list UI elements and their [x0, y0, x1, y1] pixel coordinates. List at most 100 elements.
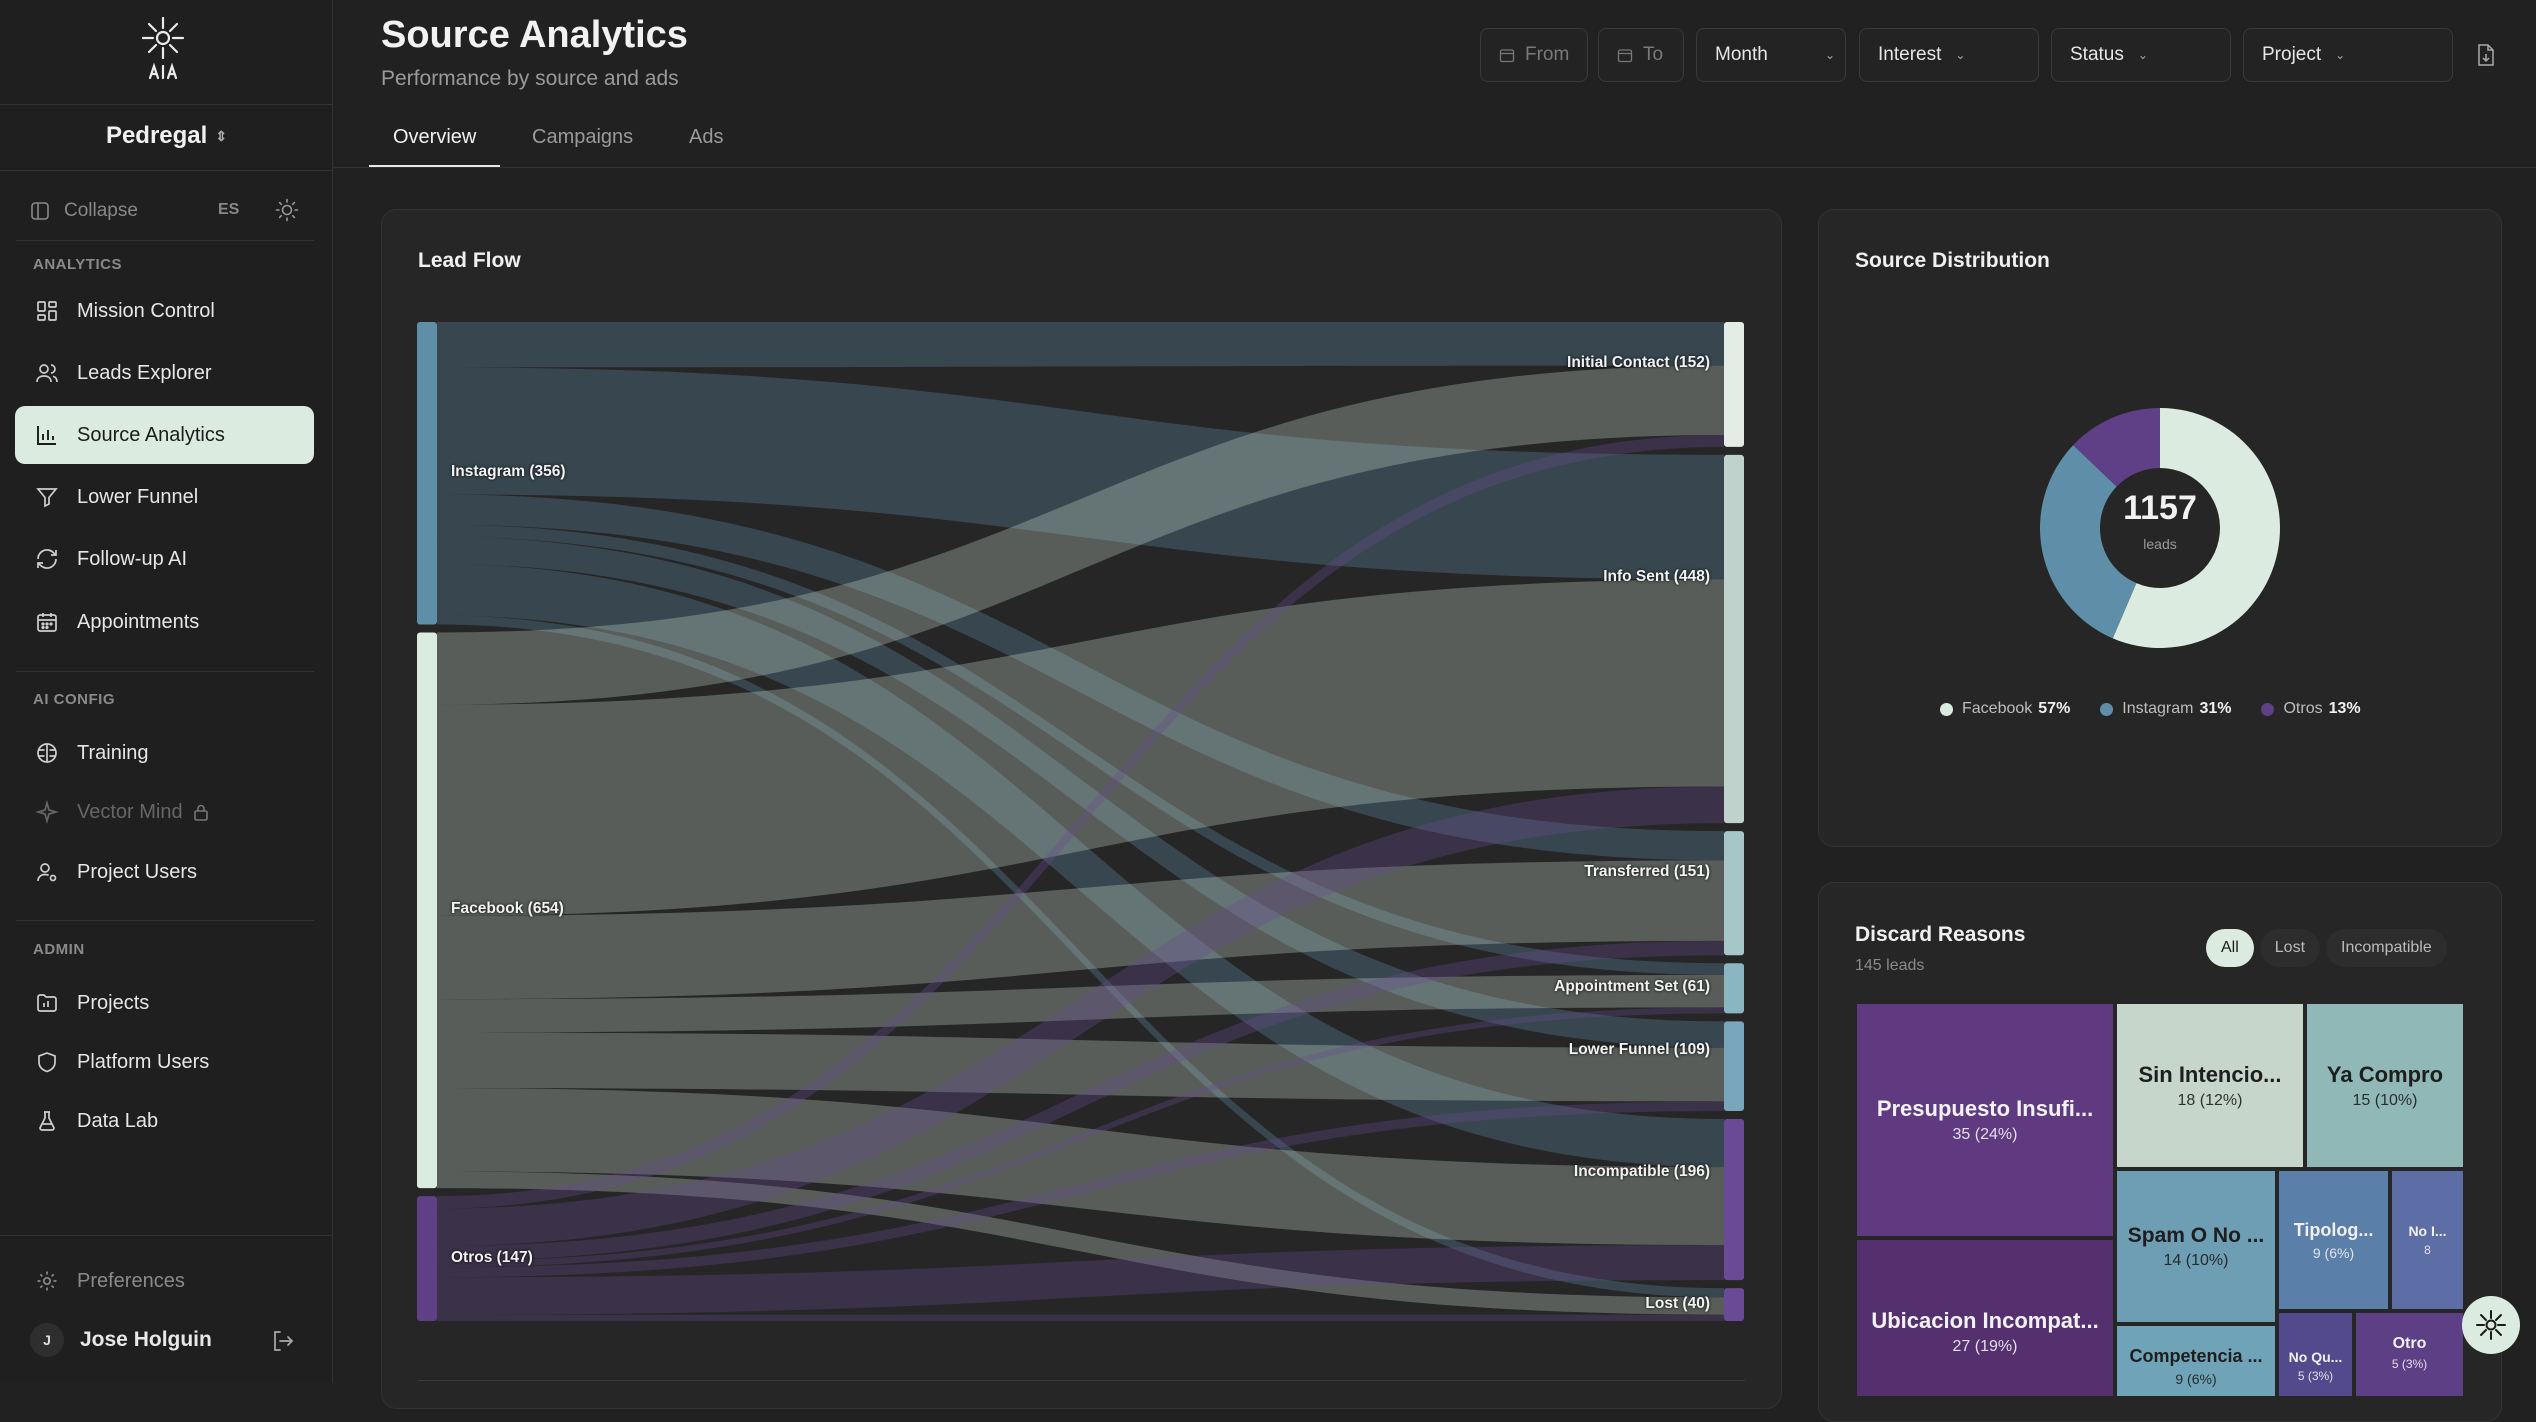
legend-name: Instagram — [2122, 700, 2194, 717]
nav-item-platform-users[interactable]: Platform Users — [15, 1033, 314, 1091]
treemap-cell-name: Tipolog... — [2293, 1219, 2374, 1240]
sun-icon[interactable] — [275, 198, 299, 222]
sankey-target-label: Info Sent (448) — [1603, 567, 1710, 585]
nav-item-data-lab[interactable]: Data Lab — [15, 1092, 314, 1150]
legend-item-facebook: Facebook 57% — [1940, 700, 2070, 718]
nav-label: Source Analytics — [77, 423, 225, 446]
nav-label: Vector Mind — [77, 800, 183, 823]
sankey-target-node[interactable] — [1724, 1021, 1744, 1112]
sankey-target-node[interactable] — [1724, 454, 1744, 824]
sankey-source-node[interactable] — [417, 1196, 437, 1321]
tab-overview[interactable]: Overview — [369, 112, 501, 168]
page-subtitle: Performance by source and ads — [381, 67, 679, 90]
nav-item-leads-explorer[interactable]: Leads Explorer — [15, 344, 314, 402]
treemap-cell[interactable]: Tipolog... 9 (6%) — [2277, 1169, 2390, 1311]
nav-item-project-users[interactable]: Project Users — [15, 843, 314, 901]
sankey-flow-instagram[interactable] — [437, 322, 1724, 368]
sidebar-collapse-icon — [31, 202, 49, 220]
sankey-source-node[interactable] — [417, 322, 437, 625]
section-label-analytics: ANALYTICS — [33, 256, 122, 273]
treemap-cell-value: 5 (3%) — [2297, 1369, 2334, 1383]
tabs-divider — [333, 167, 2536, 168]
treemap-cell[interactable]: Competencia ... 9 (6%) — [2115, 1324, 2277, 1398]
nav-item-appointments[interactable]: Appointments — [15, 593, 314, 651]
treemap-cell[interactable]: Spam O No ... 14 (10%) — [2115, 1169, 2277, 1324]
nav-item-training[interactable]: Training — [15, 724, 314, 782]
brain-icon — [33, 739, 61, 767]
user-profile[interactable]: J Jose Holguin — [30, 1320, 300, 1360]
treemap-cell-value: 8 — [2424, 1243, 2431, 1257]
treemap-cell[interactable]: No Qu... 5 (3%) — [2277, 1311, 2354, 1398]
nav-item-follow-up-ai[interactable]: Follow-up AI — [15, 530, 314, 588]
preferences-button[interactable]: Preferences — [15, 1252, 314, 1310]
export-file-icon[interactable] — [2475, 42, 2497, 68]
filter-all-button[interactable]: All — [2206, 929, 2254, 967]
assistant-fab-button[interactable] — [2462, 1296, 2520, 1354]
tab-ads[interactable]: Ads — [665, 112, 747, 168]
sankey-source-label: Instagram (356) — [451, 463, 566, 481]
sankey-target-node[interactable] — [1724, 831, 1744, 956]
treemap-cell[interactable]: Ubicacion Incompat... 27 (19%) — [1855, 1238, 2115, 1398]
status-select[interactable]: Status ⌄ — [2051, 28, 2231, 82]
treemap-cell[interactable]: Presupuesto Insufi... 35 (24%) — [1855, 1002, 2115, 1238]
filter-incompatible-button[interactable]: Incompatible — [2326, 929, 2447, 967]
sankey-target-node[interactable] — [1724, 963, 1744, 1014]
filter-lost-button[interactable]: Lost — [2259, 929, 2321, 967]
nav-label: Projects — [77, 991, 150, 1014]
preferences-label: Preferences — [77, 1269, 185, 1292]
nav-item-projects[interactable]: Projects — [15, 974, 314, 1032]
chevron-down-icon: ⌄ — [1955, 48, 1966, 62]
legend-pct: 31% — [2199, 700, 2232, 717]
tab-campaigns[interactable]: Campaigns — [508, 112, 657, 168]
nav-label: Training — [77, 741, 149, 764]
sankey-target-node[interactable] — [1724, 322, 1744, 447]
from-label: From — [1525, 44, 1570, 65]
nav-label: Mission Control — [77, 299, 215, 322]
nav-label: Lower Funnel — [77, 485, 199, 508]
project-selector[interactable]: Pedregal ⇕ — [0, 122, 333, 150]
logout-icon[interactable] — [270, 1328, 296, 1354]
donut-total-label: leads — [2143, 536, 2177, 552]
sidebar: Pedregal ⇕ Collapse ES ANALYTICS Mission … — [0, 0, 333, 1383]
legend-name: Otros — [2283, 700, 2323, 717]
treemap-cell[interactable]: Sin Intencio... 18 (12%) — [2115, 1002, 2305, 1169]
nav-item-lower-funnel[interactable]: Lower Funnel — [15, 468, 314, 526]
treemap-cell-name: Competencia ... — [2129, 1346, 2263, 1366]
treemap-cell[interactable]: Ya Compro 15 (10%) — [2305, 1002, 2465, 1169]
status-label: Status — [2070, 44, 2124, 65]
interest-select[interactable]: Interest ⌄ — [1859, 28, 2039, 82]
avatar: J — [30, 1323, 64, 1357]
section-label-ai-config: AI CONFIG — [33, 691, 115, 708]
chevron-down-icon: ⌄ — [2335, 48, 2346, 62]
collapse-button[interactable]: Collapse — [30, 196, 300, 226]
divider — [16, 920, 314, 921]
treemap-cell-name: Presupuesto Insufi... — [1876, 1096, 2094, 1121]
divider — [0, 104, 333, 105]
legend-pct: 13% — [2328, 700, 2361, 717]
treemap-cell-value: 15 (10%) — [2352, 1091, 2418, 1109]
section-label-admin: ADMIN — [33, 941, 85, 958]
treemap-cell[interactable]: Otro 5 (3%) — [2354, 1311, 2465, 1398]
treemap-cell-value: 14 (10%) — [2163, 1251, 2229, 1269]
sankey-flow-otros[interactable] — [437, 1314, 1724, 1321]
nav-item-source-analytics[interactable]: Source Analytics — [15, 406, 314, 464]
funnel-icon — [33, 483, 61, 511]
period-select[interactable]: Month ⌄ — [1696, 28, 1846, 82]
sankey-target-label: Appointment Set (61) — [1554, 978, 1710, 996]
to-date-filter[interactable]: To — [1598, 28, 1684, 82]
calendar-icon — [33, 608, 61, 636]
sankey-target-node[interactable] — [1724, 1288, 1744, 1321]
aia-spark-icon — [2476, 1310, 2506, 1340]
sankey-source-node[interactable] — [417, 632, 437, 1189]
treemap-cell[interactable]: No I... 8 — [2390, 1169, 2465, 1311]
treemap-cell-value: 18 (12%) — [2177, 1091, 2243, 1109]
from-date-filter[interactable]: From — [1480, 28, 1588, 82]
language-toggle[interactable]: ES — [218, 201, 239, 219]
chevron-down-icon: ⌄ — [2137, 48, 2148, 62]
nav-item-mission-control[interactable]: Mission Control — [15, 282, 314, 340]
legend-name: Facebook — [1962, 700, 2033, 717]
interest-label: Interest — [1878, 44, 1942, 65]
period-value: Month — [1715, 44, 1768, 65]
project-select[interactable]: Project ⌄ — [2243, 28, 2453, 82]
sankey-target-node[interactable] — [1724, 1119, 1744, 1281]
